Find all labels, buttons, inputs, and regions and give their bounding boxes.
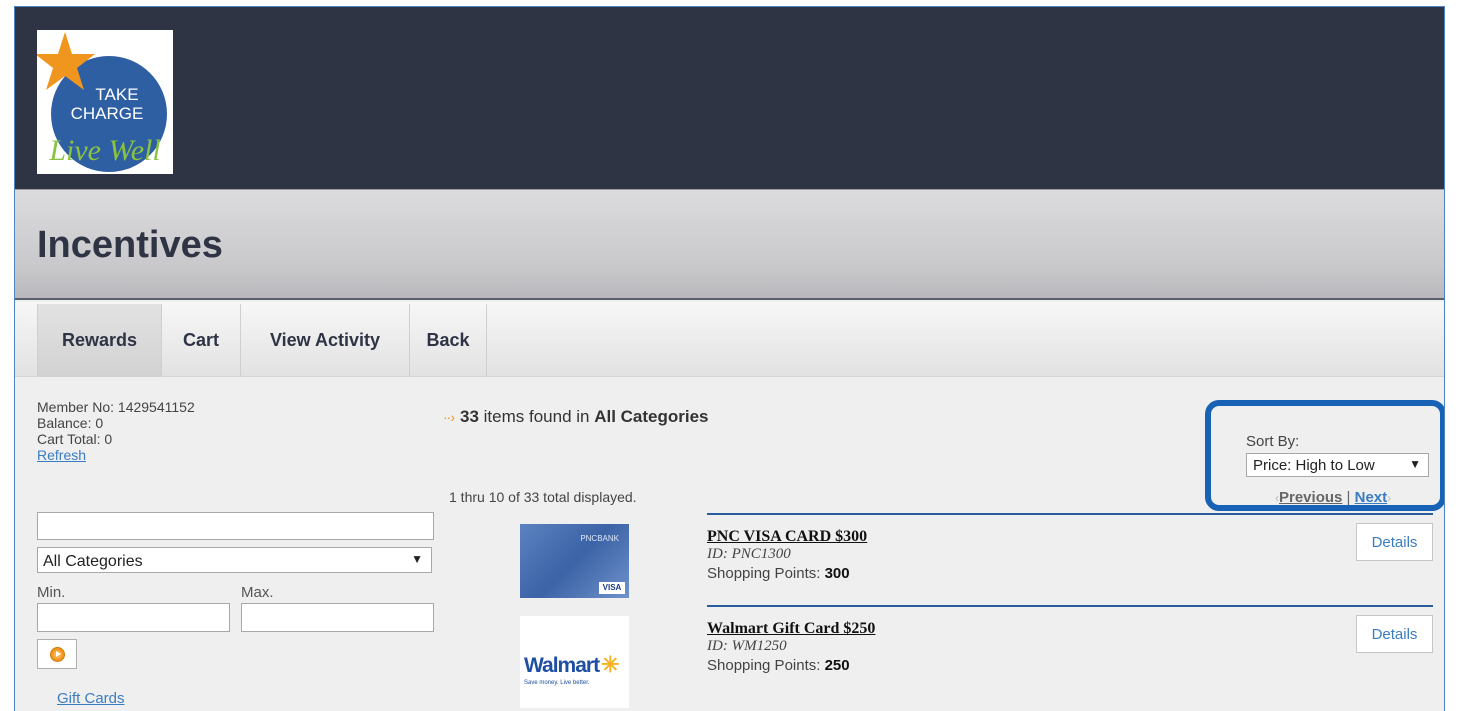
logo-line-3: Live Well [48,134,160,167]
points-label: Shopping Points: [707,565,825,582]
points-value: 300 [824,565,850,582]
category-select[interactable]: All Categories ▼ [37,547,432,573]
refresh-link[interactable]: Refresh [37,447,86,463]
search-go-button[interactable] [37,639,77,669]
logo-line-1: TAKE [95,85,138,104]
search-input[interactable] [37,512,434,540]
min-price-input[interactable] [37,603,230,632]
points-label: Shopping Points: [707,657,825,674]
product-points: Shopping Points: 300 [707,565,850,582]
product-divider [707,605,1433,607]
visa-logo: VISA [599,582,625,594]
dotted-arrow-icon: ··› [443,409,455,425]
pnc-visa-card-image[interactable]: PNCBANK VISA [520,524,629,598]
walmart-gift-card-image[interactable]: Walmart✳ Save money. Live better. [520,616,629,708]
details-button[interactable]: Details [1356,523,1433,561]
walmart-tagline: Save money. Live better. [524,680,590,686]
member-number: Member No: 1429541152 [37,399,195,415]
product-divider [707,513,1433,515]
max-label: Max. [241,584,274,601]
page-title: Incentives [37,224,223,266]
app-frame: TAKE CHARGE Live Well Incentives Rewards… [14,6,1445,711]
category-select-value: All Categories [43,553,143,570]
logo-line-2: CHARGE [71,104,144,123]
tab-cart[interactable]: Cart [162,304,241,377]
sort-highlight-box [1205,400,1444,511]
dropdown-arrow-icon: ▼ [411,552,423,566]
member-balance: Balance: 0 [37,415,104,431]
pnc-bank-logo: PNCBANK [580,534,619,543]
gift-cards-link[interactable]: Gift Cards [57,690,125,707]
title-bar: Incentives [15,189,1444,300]
results-found-text: items found in [478,407,595,426]
results-category: All Categories [594,407,709,426]
product-name-link[interactable]: Walmart Gift Card $250 [707,620,875,638]
details-button[interactable]: Details [1356,615,1433,653]
min-label: Min. [37,584,66,601]
product-name-link[interactable]: PNC VISA CARD $300 [707,528,867,546]
tab-list: Rewards Cart View Activity Back [37,304,487,377]
walmart-spark-icon: ✳ [601,652,619,677]
walmart-logo: Walmart✳ [524,652,620,678]
go-arrow-icon [49,646,65,662]
take-charge-logo[interactable]: TAKE CHARGE Live Well [35,30,173,174]
results-count: 33 [460,407,479,426]
nav-bar: Rewards Cart View Activity Back [15,302,1444,377]
points-value: 250 [824,657,850,674]
product-points: Shopping Points: 250 [707,657,850,674]
member-cart-total: Cart Total: 0 [37,431,113,447]
main-content: Member No: 1429541152 Balance: 0 Cart To… [15,377,1444,711]
walmart-wordmark: Walmart [524,654,600,677]
product-id: ID: PNC1300 [707,546,791,562]
product-id: ID: WM1250 [707,638,787,654]
member-info: Member No: 1429541152 Balance: 0 Cart To… [37,399,195,463]
top-header: TAKE CHARGE Live Well [15,7,1444,189]
tab-rewards[interactable]: Rewards [37,304,162,377]
tab-view-activity[interactable]: View Activity [241,304,410,377]
results-summary: ··› 33 items found in All Categories [443,407,709,427]
tab-back[interactable]: Back [410,304,487,377]
max-price-input[interactable] [241,603,434,632]
logo-graphic: TAKE CHARGE Live Well [35,32,167,172]
results-range: 1 thru 10 of 33 total displayed. [449,489,637,505]
